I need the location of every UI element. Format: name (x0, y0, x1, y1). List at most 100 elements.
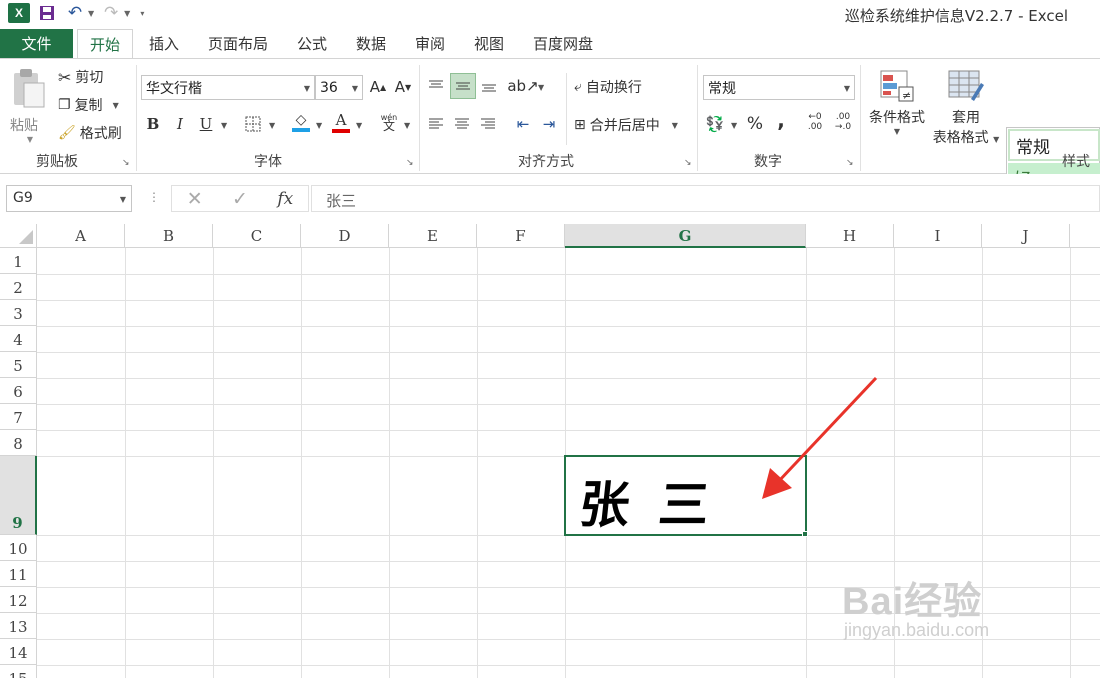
redo-dropdown-icon[interactable]: ▼ (124, 9, 130, 18)
row-header-6[interactable]: 6 (0, 378, 37, 404)
font-size-select[interactable]: 36 ▼ (315, 75, 363, 100)
cancel-icon[interactable]: ✕ (172, 188, 217, 210)
phonetic-dropdown-icon[interactable]: ▼ (404, 121, 410, 130)
bold-button[interactable]: B (142, 113, 164, 135)
worksheet-grid[interactable]: A B C D E F G H I J 1 2 3 4 5 6 7 8 9 10… (0, 224, 1100, 678)
tab-home[interactable]: 开始 (77, 29, 133, 59)
increase-decimal-icon[interactable]: ←0 .00 (804, 111, 826, 133)
borders-dropdown-icon[interactable]: ▼ (269, 121, 275, 130)
format-as-table-button[interactable]: 套用 表格格式 ▼ (930, 69, 1002, 147)
conditional-dropdown-icon[interactable]: ▼ (864, 127, 930, 136)
column-header-b[interactable]: B (125, 224, 213, 248)
undo-dropdown-icon[interactable]: ▼ (88, 9, 94, 18)
tab-view[interactable]: 视图 (464, 29, 514, 58)
name-box[interactable]: G9 ▼ (6, 185, 132, 212)
font-color-dropdown-icon[interactable]: ▼ (356, 121, 362, 130)
font-launcher-icon[interactable]: ↘ (406, 158, 414, 168)
column-header-h[interactable]: H (806, 224, 894, 248)
tab-data[interactable]: 数据 (346, 29, 396, 58)
fill-color-dropdown-icon[interactable]: ▼ (316, 121, 322, 130)
row-header-11[interactable]: 11 (0, 561, 37, 587)
underline-dropdown-icon[interactable]: ▼ (221, 121, 227, 130)
row-header-12[interactable]: 12 (0, 587, 37, 613)
clipboard-launcher-icon[interactable]: ↘ (122, 158, 130, 168)
orientation-dropdown-icon[interactable]: ▼ (538, 83, 544, 92)
select-all-button[interactable] (0, 224, 37, 248)
row-header-15[interactable]: 15 (0, 665, 37, 678)
merge-dropdown-icon[interactable]: ▼ (672, 121, 678, 130)
conditional-formatting-button[interactable]: ≠ 条件格式 ▼ (864, 69, 930, 136)
increase-indent-icon[interactable]: ⇥ (538, 113, 560, 135)
alignment-launcher-icon[interactable]: ↘ (684, 158, 692, 168)
fill-handle[interactable] (802, 531, 808, 537)
italic-button[interactable]: I (169, 113, 191, 135)
formula-input[interactable]: 张三 (311, 185, 1100, 212)
row-header-4[interactable]: 4 (0, 326, 37, 352)
decrease-decimal-icon[interactable]: .00 →.0 (832, 111, 854, 133)
row-header-9[interactable]: 9 (0, 456, 37, 535)
redo-icon[interactable]: ↷ (100, 3, 122, 23)
row-header-1[interactable]: 1 (0, 248, 37, 274)
align-middle-icon[interactable] (450, 73, 476, 99)
row-header-13[interactable]: 13 (0, 613, 37, 639)
column-header-f[interactable]: F (477, 224, 565, 248)
row-header-5[interactable]: 5 (0, 352, 37, 378)
column-header-d[interactable]: D (301, 224, 389, 248)
formula-bar-grip-icon[interactable]: ⋮ (148, 190, 160, 204)
number-format-select[interactable]: 常规 ▼ (703, 75, 855, 100)
column-header-j[interactable]: J (982, 224, 1070, 248)
borders-icon[interactable] (242, 113, 264, 135)
phonetic-guide-icon[interactable]: wén 文 (378, 111, 400, 133)
number-launcher-icon[interactable]: ↘ (846, 158, 854, 168)
font-color-icon[interactable]: A (330, 111, 352, 133)
font-name-select[interactable]: 华文行楷 ▼ (141, 75, 315, 100)
undo-icon[interactable]: ↶ (64, 3, 86, 23)
insert-function-button[interactable]: fx (263, 189, 308, 209)
paste-dropdown-icon[interactable]: ▼ (10, 135, 50, 144)
paste-button[interactable]: 粘贴 ▼ (10, 67, 50, 144)
tab-review[interactable]: 审阅 (405, 29, 455, 58)
underline-button[interactable]: U (195, 113, 217, 135)
row-header-3[interactable]: 3 (0, 300, 37, 326)
currency-format-icon[interactable]: 💱 (704, 113, 726, 135)
currency-dropdown-icon[interactable]: ▼ (731, 121, 737, 130)
decrease-indent-icon[interactable]: ⇤ (512, 113, 534, 135)
active-cell-g9[interactable]: 张 三 (564, 455, 807, 536)
tab-page-layout[interactable]: 页面布局 (198, 29, 278, 58)
row-header-10[interactable]: 10 (0, 535, 37, 561)
align-right-icon[interactable] (477, 113, 499, 135)
row-header-7[interactable]: 7 (0, 404, 37, 430)
copy-dropdown-icon[interactable]: ▼ (113, 101, 119, 110)
row-header-8[interactable]: 8 (0, 430, 37, 456)
save-icon[interactable] (36, 3, 58, 23)
column-header-k[interactable] (1070, 224, 1100, 248)
format-as-table-dropdown-icon[interactable]: ▼ (993, 135, 999, 144)
column-header-c[interactable]: C (213, 224, 301, 248)
comma-style-button[interactable]: , (770, 108, 792, 132)
align-top-icon[interactable] (425, 75, 447, 97)
column-header-e[interactable]: E (389, 224, 477, 248)
row-header-14[interactable]: 14 (0, 639, 37, 665)
merge-center-button[interactable]: ⊞ 合并后居中 ▼ (574, 115, 678, 135)
align-center-icon[interactable] (451, 113, 473, 135)
enter-check-icon[interactable]: ✓ (217, 188, 262, 210)
grow-font-icon[interactable]: A ▲ (367, 76, 389, 98)
copy-button[interactable]: ❐ 复制 ▼ (58, 95, 119, 115)
tab-insert[interactable]: 插入 (138, 29, 190, 58)
tab-formulas[interactable]: 公式 (288, 29, 336, 58)
shrink-font-icon[interactable]: A ▼ (392, 76, 414, 98)
percent-style-button[interactable]: % (744, 113, 766, 135)
row-header-2[interactable]: 2 (0, 274, 37, 300)
fill-color-icon[interactable]: ◇ (290, 111, 312, 133)
wrap-text-button[interactable]: ⤶ 自动换行 (574, 77, 642, 97)
customize-qat-icon[interactable]: ▾ (140, 9, 144, 18)
tab-baidu-netdisk[interactable]: 百度网盘 (522, 29, 604, 58)
align-bottom-icon[interactable] (478, 75, 500, 97)
column-header-i[interactable]: I (894, 224, 982, 248)
column-header-a[interactable]: A (37, 224, 125, 248)
cut-button[interactable]: ✂ 剪切 (58, 67, 103, 87)
column-header-g[interactable]: G (565, 224, 806, 248)
tab-file[interactable]: 文件 (0, 29, 73, 58)
align-left-icon[interactable] (425, 113, 447, 135)
orientation-icon[interactable]: ab↗ (507, 75, 538, 97)
